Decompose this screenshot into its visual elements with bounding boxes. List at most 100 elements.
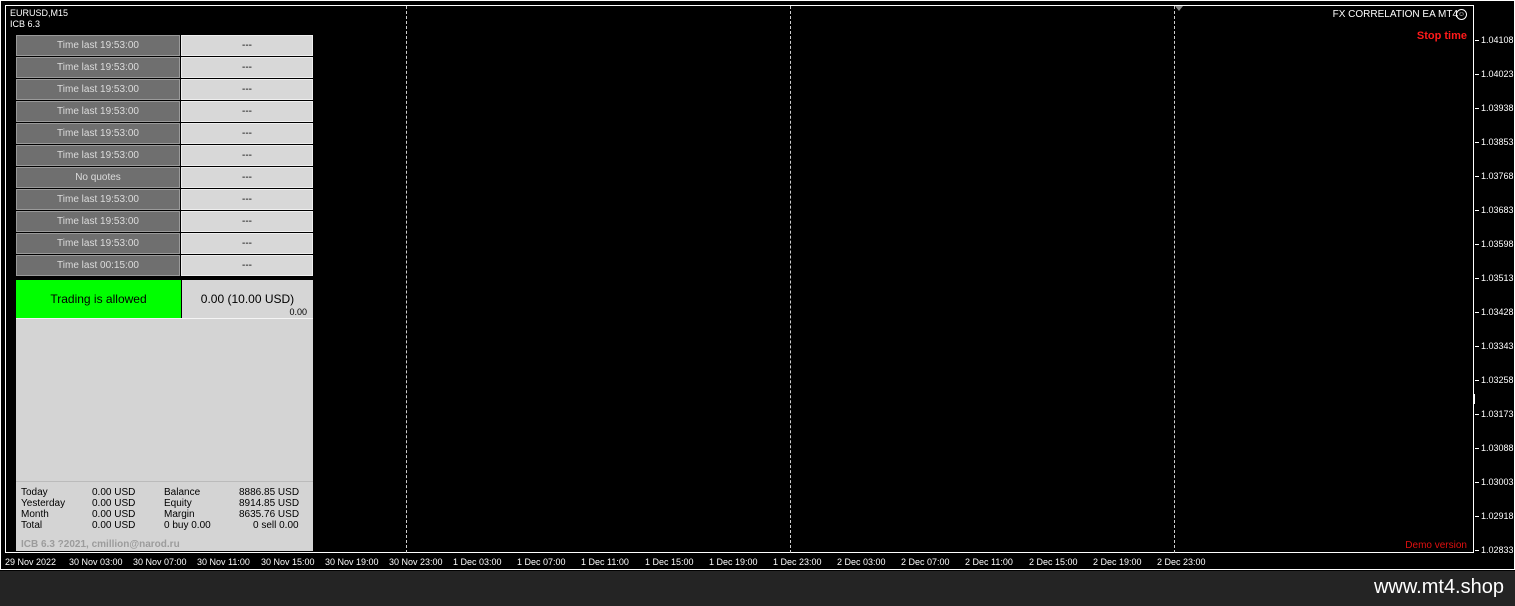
price-tick: [1475, 74, 1479, 75]
symbol-status-button[interactable]: Time last 19:53:00: [16, 211, 180, 232]
time-label: 30 Nov 03:00: [69, 557, 123, 567]
price-tick: [1475, 380, 1479, 381]
time-label: 1 Dec 15:00: [645, 557, 694, 567]
indicator-name: ICB 6.3: [10, 19, 41, 29]
symbol-value-cell: ---: [181, 189, 313, 210]
equity-value: 8914.85 USD: [239, 498, 300, 509]
time-label: 2 Dec 23:00: [1157, 557, 1206, 567]
symbol-value-cell: ---: [181, 145, 313, 166]
time-label: 2 Dec 19:00: [1093, 557, 1142, 567]
today-value: 0.00 USD: [92, 487, 136, 498]
panel-row: Time last 19:53:00 ---: [16, 233, 313, 254]
symbol-value-cell: ---: [181, 123, 313, 144]
time-label: 2 Dec 03:00: [837, 557, 886, 567]
stats-divider: [16, 481, 313, 482]
margin-label: Margin: [164, 509, 195, 520]
symbol-status-button[interactable]: Time last 19:53:00: [16, 57, 180, 78]
price-label: 1.03938: [1481, 103, 1514, 113]
buy-summary: 0 buy 0.00: [164, 520, 211, 531]
symbol-value-cell: ---: [181, 233, 313, 254]
price-label: 1.04023: [1481, 69, 1514, 79]
symbol-status-button[interactable]: No quotes: [16, 167, 180, 188]
trading-status-button[interactable]: Trading is allowed: [16, 280, 181, 318]
panel-row: Time last 19:53:00 ---: [16, 145, 313, 166]
trading-small-value: 0.00: [289, 307, 307, 317]
symbol-status-button[interactable]: Time last 19:53:00: [16, 35, 180, 56]
symbol-status-button[interactable]: Time last 19:53:00: [16, 101, 180, 122]
price-tick: [1475, 550, 1479, 551]
price-label: 1.04108: [1481, 35, 1514, 45]
balance-value: 8886.85 USD: [239, 487, 300, 498]
price-tick: [1475, 244, 1479, 245]
month-label: Month: [21, 509, 49, 520]
period-separator: [790, 6, 791, 553]
price-label: 1.03683: [1481, 205, 1514, 215]
symbol-status-button[interactable]: Time last 19:53:00: [16, 233, 180, 254]
trading-value-box: 0.00 (10.00 USD) 0.00: [182, 280, 313, 318]
time-label: 30 Nov 23:00: [389, 557, 443, 567]
price-label: 1.03003: [1481, 477, 1514, 487]
panel-row: Time last 19:53:00 ---: [16, 35, 313, 56]
time-label: 2 Dec 11:00: [965, 557, 1013, 567]
footer-bar: [0, 571, 1515, 606]
price-label: 1.03258: [1481, 375, 1514, 385]
time-label: 1 Dec 07:00: [517, 557, 566, 567]
sell-summary: 0 sell 0.00: [253, 520, 299, 531]
panel-row: Time last 19:53:00 ---: [16, 211, 313, 232]
price-label: 1.03173: [1481, 409, 1514, 419]
symbol-label: EURUSD,M15 ICB 6.3: [10, 8, 68, 30]
time-label: 2 Dec 15:00: [1029, 557, 1078, 567]
shift-marker-icon[interactable]: [1175, 6, 1183, 11]
price-tick: [1475, 40, 1479, 41]
time-label: 1 Dec 23:00: [773, 557, 822, 567]
price-label: 1.03768: [1481, 171, 1514, 181]
period-separator: [1174, 6, 1175, 553]
symbol-status-button[interactable]: Time last 19:53:00: [16, 79, 180, 100]
panel-row: Time last 19:53:00 ---: [16, 101, 313, 122]
ea-title: FX CORRELATION EA MT4: [1332, 9, 1458, 20]
panel-row: Time last 19:53:00 ---: [16, 123, 313, 144]
total-label: Total: [21, 520, 43, 531]
price-tick: [1475, 278, 1479, 279]
price-tick: [1475, 142, 1479, 143]
equity-label: Equity: [164, 498, 192, 509]
demo-version-label: Demo version: [1405, 540, 1467, 551]
symbol-status-button[interactable]: Time last 19:53:00: [16, 189, 180, 210]
yesterday-value: 0.00 USD: [92, 498, 136, 509]
price-tick: [1475, 448, 1479, 449]
time-label: 30 Nov 07:00: [133, 557, 187, 567]
symbol-status-button[interactable]: Time last 19:53:00: [16, 123, 180, 144]
price-scale-handle[interactable]: [1473, 394, 1475, 404]
time-label: 30 Nov 19:00: [325, 557, 379, 567]
price-tick: [1475, 176, 1479, 177]
balance-label: Balance: [164, 487, 201, 498]
symbol-value-cell: ---: [181, 255, 313, 276]
price-label: 1.03428: [1481, 307, 1514, 317]
price-label: 1.02833: [1481, 545, 1514, 555]
price-tick: [1475, 346, 1479, 347]
price-tick: [1475, 482, 1479, 483]
panel-row: Time last 00:15:00 ---: [16, 255, 313, 276]
month-value: 0.00 USD: [92, 509, 136, 520]
period-separator: [406, 6, 407, 553]
today-label: Today: [21, 487, 48, 498]
symbol-value-cell: ---: [181, 79, 313, 100]
price-tick: [1475, 312, 1479, 313]
price-tick: [1475, 414, 1479, 415]
panel-row: Time last 19:53:00 ---: [16, 79, 313, 100]
time-label: 2 Dec 07:00: [901, 557, 950, 567]
time-label: 1 Dec 19:00: [709, 557, 758, 567]
symbol-status-button[interactable]: Time last 19:53:00: [16, 145, 180, 166]
symbol-value-cell: ---: [181, 167, 313, 188]
price-label: 1.03598: [1481, 239, 1514, 249]
total-value: 0.00 USD: [92, 520, 136, 531]
price-label: 1.03088: [1481, 443, 1514, 453]
time-label: 29 Nov 2022: [5, 557, 57, 567]
copyright-label: ICB 6.3 ?2021, cmillion@narod.ru: [21, 539, 180, 550]
symbol-status-button[interactable]: Time last 00:15:00: [16, 255, 180, 276]
symbol-value-cell: ---: [181, 101, 313, 122]
panel-row: Time last 19:53:00 ---: [16, 189, 313, 210]
smile-icon: ☺: [1456, 9, 1467, 20]
price-label: 1.02918: [1481, 511, 1514, 521]
price-tick: [1475, 210, 1479, 211]
